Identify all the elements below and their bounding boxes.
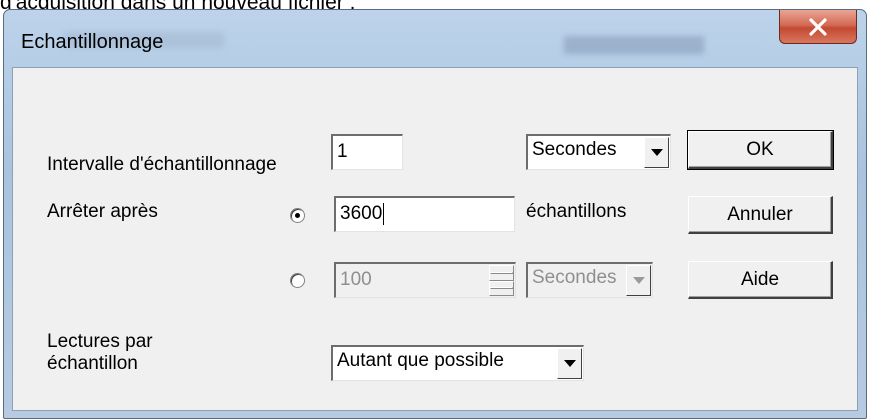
close-icon	[809, 17, 827, 36]
help-button[interactable]: Aide	[688, 261, 833, 299]
chevron-down-icon[interactable]	[626, 265, 651, 296]
radio-time[interactable]	[290, 273, 305, 288]
interval-unit-select[interactable]: Secondes	[526, 134, 671, 170]
text-caret	[383, 202, 385, 225]
close-button[interactable]	[779, 10, 857, 44]
interval-label: Intervalle d'échantillonnage	[47, 154, 277, 175]
chevron-down-icon[interactable]	[644, 137, 669, 168]
ok-button[interactable]: OK	[687, 130, 834, 170]
cancel-button[interactable]: Annuler	[688, 196, 833, 234]
time-input[interactable]: 100	[334, 262, 516, 298]
dialog-body: Intervalle d'échantillonnage 1 Secondes …	[12, 67, 858, 411]
spin-up-icon[interactable]	[489, 265, 514, 281]
interval-input[interactable]: 1	[331, 134, 403, 170]
window-title: Echantillonnage	[21, 31, 164, 53]
readings-label-line2: échantillon	[47, 353, 138, 374]
radio-selected-dot	[295, 213, 300, 218]
readings-select[interactable]: Autant que possible	[331, 345, 584, 381]
spin-down-icon[interactable]	[489, 280, 514, 296]
stop-after-label: Arrêter après	[47, 201, 158, 222]
time-unit-select[interactable]: Secondes	[526, 262, 653, 298]
samples-unit-label: échantillons	[526, 201, 627, 222]
dialog-window: Echantillonnage Intervalle d'échantillon…	[3, 9, 867, 419]
chevron-down-icon[interactable]	[557, 348, 582, 379]
spin-control[interactable]	[489, 265, 514, 296]
radio-samples[interactable]	[290, 208, 305, 223]
readings-label-line1: Lectures par	[47, 331, 153, 352]
title-bar[interactable]: Echantillonnage	[4, 10, 866, 70]
samples-input[interactable]: 3600	[334, 196, 515, 232]
